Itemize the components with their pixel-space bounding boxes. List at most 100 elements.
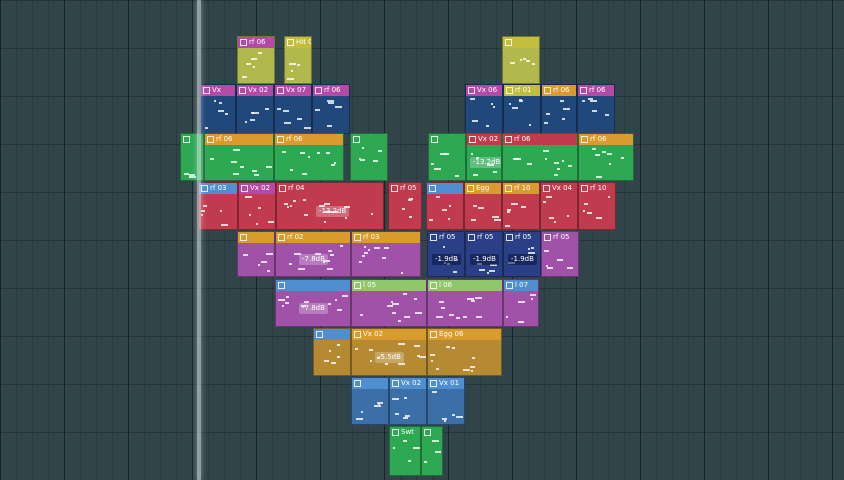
pattern-clip[interactable]: Vx 02 -13.2dB [466,133,502,181]
clip-header[interactable]: Egg [465,183,501,194]
pattern-clip[interactable]: l 05 [351,279,427,327]
clip-header[interactable]: Vx 07 [275,85,311,96]
pattern-clip[interactable]: Vx 07 [274,84,312,134]
pattern-clip[interactable]: Hit 02 [284,36,312,84]
pattern-clip[interactable]: l 07 [503,279,539,327]
clip-notes [237,96,273,133]
pattern-clip[interactable]: rf 05 -1.9dB [465,231,503,277]
clip-header[interactable] [351,134,387,145]
pattern-clip[interactable]: rf 06 [541,84,577,134]
playhead-marker[interactable] [197,0,201,480]
pattern-clip[interactable]: Egg [464,182,502,230]
clip-header[interactable]: rf 05 [428,232,464,243]
clip-header[interactable]: rf 10 [579,183,615,194]
pattern-clip[interactable]: rf 05 -1.9dB [427,231,465,277]
pattern-clip[interactable] [502,36,540,84]
clip-header[interactable]: l 07 [504,280,538,291]
pattern-clip[interactable]: rf 05 [541,231,579,277]
pattern-clip[interactable]: rf 10 [502,182,540,230]
clip-header[interactable]: Vx 01 [428,378,464,389]
clip-header[interactable] [422,427,442,438]
clip-header[interactable]: Egg 06 [428,329,501,340]
clip-header[interactable]: rf 03 [352,232,420,243]
pattern-clip[interactable]: rf 05 [388,182,422,230]
pattern-clip[interactable]: rf 06 [237,36,275,84]
clip-header[interactable]: rf 05 [389,183,421,194]
pattern-clip[interactable]: Vx 04 [540,182,578,230]
pattern-clip[interactable]: l 06 [427,279,503,327]
pattern-clip[interactable]: rf 05 -1.9dB [503,231,541,277]
clip-header[interactable]: rf 05 [542,232,578,243]
clip-header[interactable]: rf 06 [313,85,349,96]
clip-header[interactable]: rf 06 [578,85,614,96]
pattern-clip[interactable]: Swt [389,426,421,476]
pattern-clip[interactable] [350,133,388,181]
pattern-clip[interactable]: rf 03 [198,182,238,230]
clip-header[interactable]: rf 04 [277,183,383,194]
pattern-clip[interactable] [428,133,466,181]
clip-header[interactable]: Vx 02 [239,183,275,194]
clip-header[interactable]: rf 06 [275,134,343,145]
clip-header[interactable]: rf 06 [205,134,273,145]
clip-header[interactable] [314,329,350,340]
clip-notes [199,194,237,229]
clip-header[interactable]: rf 05 [466,232,502,243]
clip-header[interactable]: Vx 06 [466,85,502,96]
pattern-clip[interactable] [421,426,443,476]
clip-header[interactable] [427,183,463,194]
clip-header[interactable]: Vx 04 [541,183,577,194]
clip-header[interactable]: Vx 02 [352,329,426,340]
pattern-clip[interactable]: rf 02 -7.8dB [275,231,351,277]
clip-header[interactable] [352,378,388,389]
pattern-clip[interactable]: rf 06 [274,133,344,181]
pattern-clip[interactable]: rf 06 [204,133,274,181]
pattern-clip[interactable]: rf 10 [578,182,616,230]
pattern-clip[interactable]: rf 06 [312,84,350,134]
pattern-clip[interactable] [426,182,464,230]
pattern-clip[interactable]: Egg 06 [427,328,502,376]
clip-header[interactable] [276,280,350,291]
pattern-clip[interactable]: rf 04 -13.2dB [276,182,384,230]
clip-header[interactable]: rf 06 [542,85,576,96]
pattern-clip[interactable]: Vx 02 [236,84,274,134]
pattern-icon [505,135,512,143]
note-mark [328,303,331,305]
clip-header[interactable]: rf 06 [238,37,274,48]
note-mark [608,196,610,198]
clip-header[interactable]: rf 06 [579,134,633,145]
clip-header[interactable]: rf 02 [276,232,350,243]
clip-header[interactable] [503,37,539,48]
pattern-clip[interactable] [351,377,389,425]
pattern-clip[interactable]: Vx 02 [238,182,276,230]
clip-header[interactable] [238,232,274,243]
pattern-clip[interactable]: rf 06 [577,84,615,134]
pattern-clip[interactable]: rf 06 [502,133,578,181]
clip-header[interactable]: Vx 02 [237,85,273,96]
pattern-clip[interactable] [313,328,351,376]
pattern-clip[interactable]: Vx 02 [389,377,427,425]
clip-header[interactable]: l 06 [428,280,502,291]
clip-header[interactable]: Vx 02 [390,378,426,389]
clip-header[interactable]: rf 03 [199,183,237,194]
pattern-clip[interactable]: rf 03 [351,231,421,277]
pattern-clip[interactable]: rf 06 [578,133,634,181]
pattern-clip[interactable]: Vx 02 -5.5dB [351,328,427,376]
clip-header[interactable]: l 05 [352,280,426,291]
clip-header[interactable]: rf 05 [504,232,540,243]
clip-header[interactable]: rf 06 [503,134,577,145]
clip-header[interactable]: Vx [201,85,235,96]
clip-header[interactable]: rf 01 [504,85,540,96]
clip-header[interactable]: Vx 02 [467,134,501,145]
pattern-clip[interactable]: Vx 06 [465,84,503,134]
clip-header[interactable]: Swt [390,427,420,438]
clip-header[interactable]: Hit 02 [285,37,311,48]
clip-header[interactable] [429,134,465,145]
pattern-clip[interactable]: rf 01 [503,84,541,134]
pattern-clip[interactable]: Vx [200,84,236,134]
note-mark [291,70,293,72]
pattern-clip[interactable] [237,231,275,277]
pattern-clip[interactable]: -7.8dB [275,279,351,327]
clip-header[interactable]: rf 10 [503,183,539,194]
pattern-clip[interactable]: Vx 01 [427,377,465,425]
playlist-arrangement[interactable]: rf 06 Hit 02 Vx Vx 02 Vx 07 rf 06 Vx 06 rf 01 rf… [0,0,844,480]
